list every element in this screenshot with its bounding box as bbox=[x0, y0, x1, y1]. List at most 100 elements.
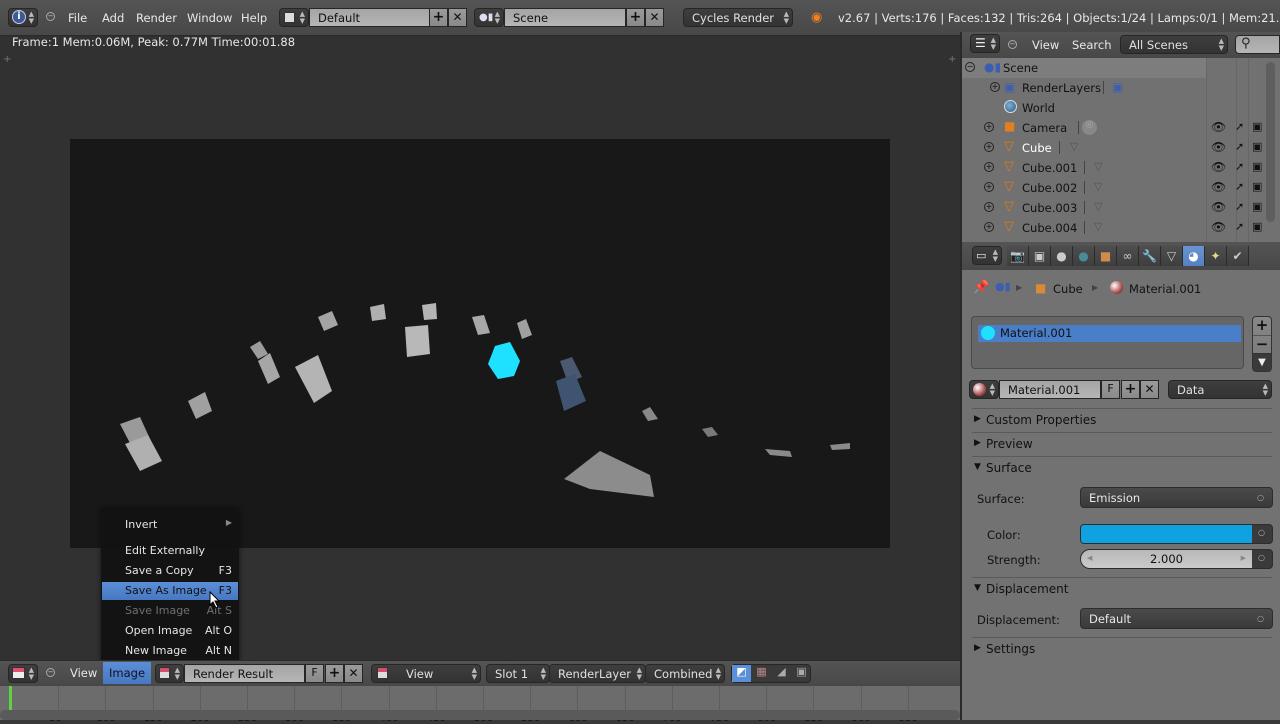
renderlayer-icon[interactable]: ▣ bbox=[1112, 80, 1123, 94]
expand-icon[interactable]: + bbox=[984, 162, 994, 172]
menu-image[interactable]: Image bbox=[103, 662, 152, 684]
material-tab-icon[interactable]: ◕ bbox=[1183, 246, 1205, 266]
panel-settings[interactable]: ▶ Settings bbox=[972, 637, 1272, 659]
renderable-camera-icon[interactable]: ▣ bbox=[1252, 140, 1262, 153]
menu-view[interactable]: View bbox=[1032, 38, 1059, 52]
link-dropdown[interactable]: Data ▲ ▼ bbox=[1168, 380, 1272, 399]
strength-slider[interactable]: ◀ 2.000 ▶ bbox=[1081, 550, 1252, 568]
renderable-camera-icon[interactable]: ▣ bbox=[1252, 200, 1262, 213]
panel-custom-properties[interactable]: ▶ Custom Properties bbox=[972, 408, 1272, 430]
outliner-row-camera[interactable]: + ■ Camera ◎ 👁 ➚ ▣ bbox=[962, 118, 1267, 138]
outliner-scrollbar[interactable] bbox=[1266, 62, 1275, 222]
timeline[interactable]: 5010015020025030035040045050055060065070… bbox=[0, 686, 960, 724]
socket-dot-icon[interactable]: ○ bbox=[1258, 553, 1265, 562]
pin-icon[interactable]: 📌 bbox=[973, 280, 989, 295]
mesh-data-icon[interactable]: ▽ bbox=[1094, 180, 1102, 193]
outliner[interactable]: ☰ ▲ ▼ − View Search All Scenes ▲ ▼ ⚲ − ●▮ … bbox=[962, 32, 1280, 242]
renderable-camera-icon[interactable]: ▣ bbox=[1252, 120, 1262, 133]
renderable-camera-icon[interactable]: ▣ bbox=[1252, 180, 1262, 193]
browse-material-button[interactable]: ▲ ▼ bbox=[969, 380, 999, 399]
scene-tab-icon[interactable]: ● bbox=[1051, 246, 1073, 266]
camera-data-icon[interactable]: ◎ bbox=[1082, 120, 1097, 135]
visibility-eye-icon[interactable]: 👁 bbox=[1211, 180, 1226, 194]
properties-editor[interactable]: ▭ ▲ ▼ 📷 ▣ ● ● ■ ∞ 🔧 ▽ ◕ ✦ ✔ 📌 ●▮ ▶ ■ Cube… bbox=[962, 242, 1280, 720]
fake-user-button[interactable]: F bbox=[305, 664, 324, 683]
renderable-camera-icon[interactable]: ▣ bbox=[1252, 220, 1262, 233]
menu-item-invert[interactable]: Invert ▶ bbox=[102, 516, 238, 534]
object-data-tab-icon[interactable]: ▽ bbox=[1161, 246, 1183, 266]
scene-selector[interactable]: ●▮ ▲ ▼ bbox=[474, 8, 504, 27]
strength-field[interactable]: ◀ 2.000 ▶ ○ bbox=[1080, 549, 1273, 569]
remove-slot-button[interactable]: − bbox=[1253, 335, 1271, 353]
selectable-cursor-icon[interactable]: ➚ bbox=[1235, 140, 1244, 153]
render-pass-dropdown[interactable]: Combined ▲ ▼ bbox=[645, 664, 725, 683]
search-field[interactable]: ⚲ bbox=[1235, 35, 1280, 54]
add-slot-button[interactable]: + bbox=[1253, 317, 1271, 335]
render-layer-dropdown[interactable]: RenderLayer ▲ ▼ bbox=[549, 664, 646, 683]
mesh-data-icon[interactable]: ▽ bbox=[1094, 160, 1102, 173]
menu-file[interactable]: File bbox=[68, 11, 87, 25]
selectable-cursor-icon[interactable]: ➚ bbox=[1235, 160, 1244, 173]
outliner-row-object[interactable]: + ▽ Cube.003 ▽ 👁 ➚ ▣ bbox=[962, 198, 1267, 218]
object-tab-icon[interactable]: ■ bbox=[1095, 246, 1117, 266]
renderable-camera-icon[interactable]: ▣ bbox=[1252, 160, 1262, 173]
draw-color-alpha-icon[interactable]: ◩ bbox=[732, 665, 751, 682]
add-layout-button[interactable]: + bbox=[429, 8, 448, 27]
menu-item-new-image[interactable]: New Image Alt N bbox=[102, 642, 238, 660]
screen-layout-name[interactable]: Default bbox=[309, 8, 430, 27]
outliner-row-object[interactable]: + ▽ Cube.001 ▽ 👁 ➚ ▣ bbox=[962, 158, 1267, 178]
socket-dot-icon[interactable]: ○ bbox=[1258, 528, 1265, 537]
menu-search[interactable]: Search bbox=[1072, 38, 1112, 52]
image-name-field[interactable]: Render Result bbox=[184, 664, 305, 683]
outliner-row-scene[interactable]: − ●▮ Scene bbox=[962, 58, 1267, 78]
collapse-menu-icon[interactable]: − bbox=[46, 668, 55, 677]
current-frame-indicator[interactable] bbox=[9, 686, 12, 710]
increment-arrow-icon[interactable]: ▶ bbox=[1241, 554, 1246, 562]
screen-layout-selector[interactable]: ▲ ▼ bbox=[279, 8, 309, 27]
expand-icon[interactable]: + bbox=[984, 182, 994, 192]
render-tab-camera-icon[interactable]: 📷 bbox=[1007, 246, 1029, 266]
constraints-tab-icon[interactable]: ∞ bbox=[1117, 246, 1139, 266]
expand-icon[interactable]: + bbox=[984, 222, 994, 232]
visibility-eye-icon[interactable]: 👁 bbox=[1211, 160, 1226, 174]
menu-help[interactable]: Help bbox=[241, 11, 267, 25]
menu-window[interactable]: Window bbox=[187, 11, 232, 25]
color-field[interactable]: ○ bbox=[1080, 524, 1273, 544]
physics-tab-icon[interactable]: ✔ bbox=[1227, 246, 1249, 266]
material-slots-list[interactable]: Material.001 bbox=[971, 316, 1244, 369]
editor-type-properties-button[interactable]: ▭ ▲ ▼ bbox=[972, 246, 1002, 265]
outliner-row-object[interactable]: + ▽ Cube.004 ▽ 👁 ➚ ▣ bbox=[962, 218, 1267, 238]
draw-z-buffer-icon[interactable]: ◢ bbox=[772, 665, 791, 682]
expand-icon[interactable]: + bbox=[984, 122, 994, 132]
selectable-cursor-icon[interactable]: ➚ bbox=[1235, 200, 1244, 213]
modifiers-tab-icon[interactable]: 🔧 bbox=[1139, 246, 1161, 266]
outliner-row-renderlayers[interactable]: + ▣ RenderLayers ▣ bbox=[962, 78, 1267, 98]
material-slot-row[interactable]: Material.001 bbox=[978, 325, 1241, 342]
draw-channels-icon[interactable]: ▣ bbox=[792, 665, 811, 682]
panel-surface[interactable]: ▼ Surface bbox=[972, 456, 1272, 478]
mesh-data-icon[interactable]: ▽ bbox=[1094, 220, 1102, 233]
panel-displacement[interactable]: ▼ Displacement bbox=[972, 577, 1272, 599]
scene-name[interactable]: Scene bbox=[504, 8, 626, 27]
render-result-image[interactable] bbox=[70, 139, 890, 548]
fake-user-button[interactable]: F bbox=[1101, 380, 1120, 399]
image-browse-button[interactable]: ▲ ▼ bbox=[155, 664, 184, 683]
unlink-material-button[interactable]: ✕ bbox=[1140, 380, 1159, 399]
visibility-eye-icon[interactable]: 👁 bbox=[1211, 220, 1226, 234]
slot-dropdown[interactable]: Slot 1 ▲ ▼ bbox=[486, 664, 550, 683]
panel-preview[interactable]: ▶ Preview bbox=[972, 432, 1272, 454]
view-mode-dropdown[interactable]: View ▲ ▼ bbox=[371, 664, 481, 683]
editor-type-image-button[interactable]: ▲ ▼ bbox=[8, 664, 38, 683]
mesh-data-icon[interactable]: ▽ bbox=[1094, 200, 1102, 213]
new-material-button[interactable]: + bbox=[1121, 380, 1140, 399]
material-name-field[interactable]: Material.001 bbox=[999, 380, 1101, 399]
unlink-image-button[interactable]: ✕ bbox=[344, 664, 363, 683]
editor-type-info-button[interactable]: i ▲ ▼ bbox=[8, 8, 38, 27]
expand-icon[interactable]: + bbox=[990, 82, 1000, 92]
delete-layout-button[interactable]: ✕ bbox=[448, 8, 467, 27]
timeline-scrollbar[interactable] bbox=[0, 710, 960, 720]
selectable-cursor-icon[interactable]: ➚ bbox=[1235, 220, 1244, 233]
outliner-row-object[interactable]: + ▽ Cube.002 ▽ 👁 ➚ ▣ bbox=[962, 178, 1267, 198]
texture-tab-icon[interactable]: ✦ bbox=[1205, 246, 1227, 266]
collapse-menu-icon[interactable]: − bbox=[1008, 40, 1017, 49]
